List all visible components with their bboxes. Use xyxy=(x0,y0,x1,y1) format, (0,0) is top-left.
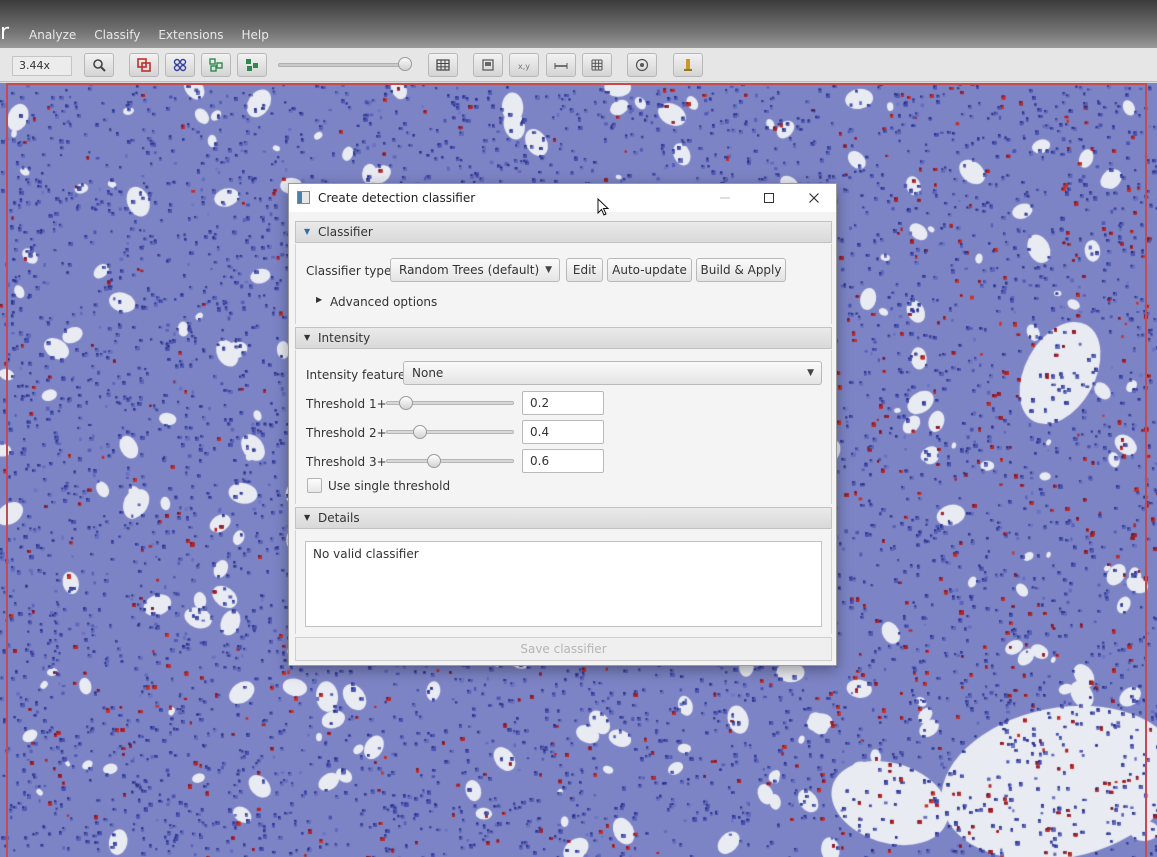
classifier-section-body: Classifier type: Random Trees (default) … xyxy=(295,244,832,324)
log-icon xyxy=(684,59,692,71)
opacity-slider-thumb[interactable] xyxy=(398,57,412,71)
dialog-title: Create detection classifier xyxy=(318,191,476,205)
maximize-icon xyxy=(764,193,774,203)
toolbar: 3.44x x,y xyxy=(0,48,1157,82)
xy-location-button[interactable]: x,y xyxy=(509,53,539,77)
classifier-type-label: Classifier type: xyxy=(306,264,396,278)
menu-extensions[interactable]: Extensions xyxy=(149,28,232,42)
menu-analyze[interactable]: Analyze xyxy=(20,28,85,42)
classifier-section-header[interactable]: ▼ Classifier xyxy=(295,221,832,243)
threshold-1-label: Threshold 1+ xyxy=(306,397,387,411)
threshold-1-field[interactable]: 0.2 xyxy=(522,391,604,415)
threshold-3-field[interactable]: 0.6 xyxy=(522,449,604,473)
create-detection-classifier-dialog: Create detection classifier ▼ Classifier… xyxy=(288,183,837,666)
build-apply-button[interactable]: Build & Apply xyxy=(696,258,786,282)
overview-icon xyxy=(482,59,494,71)
chevron-down-icon: ▼ xyxy=(545,265,552,275)
edit-button[interactable]: Edit xyxy=(566,258,603,282)
expanded-arrow-icon: ▼ xyxy=(304,513,311,522)
zoom-fit-button[interactable] xyxy=(84,53,114,77)
classifier-type-dropdown[interactable]: Random Trees (default) ▼ xyxy=(390,258,560,282)
single-threshold-checkbox[interactable] xyxy=(307,478,322,493)
threshold-3-slider-track[interactable] xyxy=(386,459,514,463)
collapsed-arrow-icon: ▶ xyxy=(316,295,323,304)
minimize-button[interactable] xyxy=(712,188,738,208)
grid-icon xyxy=(591,59,603,71)
table-icon xyxy=(436,59,450,71)
expanded-arrow-icon: ▼ xyxy=(304,333,311,342)
pixel-classification-button[interactable] xyxy=(627,53,657,77)
details-section-header[interactable]: ▼ Details xyxy=(295,507,832,529)
fill-detections-button[interactable] xyxy=(237,53,267,77)
save-classifier-button[interactable]: Save classifier xyxy=(295,637,832,661)
fill-detections-icon xyxy=(246,59,258,71)
menu-help[interactable]: Help xyxy=(233,28,278,42)
show-annotations-icon xyxy=(137,58,151,72)
close-button[interactable] xyxy=(801,188,827,208)
intensity-section-title: Intensity xyxy=(318,331,371,345)
intensity-feature-dropdown[interactable]: None ▼ xyxy=(403,361,822,385)
single-threshold-label: Use single threshold xyxy=(328,479,451,493)
app-menu-bar-area: r Analyze Classify Extensions Help xyxy=(0,0,1157,48)
expanded-arrow-icon: ▼ xyxy=(304,227,311,236)
app-window-icon xyxy=(297,191,310,204)
xy-location-icon: x,y xyxy=(518,62,530,71)
menu-bar: Analyze Classify Extensions Help xyxy=(20,28,278,42)
show-tma-grid-button[interactable] xyxy=(165,53,195,77)
threshold-2-label: Threshold 2+ xyxy=(306,426,387,440)
threshold-2-slider-thumb[interactable] xyxy=(413,425,428,439)
intensity-section-header[interactable]: ▼ Intensity xyxy=(295,327,832,349)
classifier-type-value: Random Trees (default) xyxy=(399,263,540,277)
threshold-1-slider-thumb[interactable] xyxy=(399,396,414,410)
threshold-3-slider-thumb[interactable] xyxy=(427,454,442,468)
grid-button[interactable] xyxy=(582,53,612,77)
pixel-classification-icon xyxy=(635,58,649,72)
intensity-feature-value: None xyxy=(412,366,444,380)
intensity-feature-label: Intensity feature: xyxy=(306,368,410,382)
auto-update-button[interactable]: Auto-update xyxy=(607,258,692,282)
measurement-table-button[interactable] xyxy=(428,53,458,77)
scalebar-icon xyxy=(554,63,568,69)
maximize-button[interactable] xyxy=(756,188,782,208)
threshold-3-label: Threshold 3+ xyxy=(306,455,387,469)
classifier-section-title: Classifier xyxy=(318,225,373,239)
opacity-slider-track[interactable] xyxy=(278,63,410,67)
close-icon xyxy=(809,193,819,203)
show-tma-grid-icon xyxy=(173,58,187,72)
app-title: r xyxy=(0,20,10,45)
svg-text:x,y: x,y xyxy=(518,62,530,71)
log-button[interactable] xyxy=(673,53,703,77)
threshold-2-slider-track[interactable] xyxy=(386,430,514,434)
dialog-titlebar[interactable]: Create detection classifier xyxy=(289,184,836,212)
show-annotations-button[interactable] xyxy=(129,53,159,77)
details-section-title: Details xyxy=(318,511,360,525)
minimize-icon xyxy=(720,197,730,199)
mouse-cursor-icon xyxy=(597,198,610,216)
zoom-fit-icon xyxy=(93,59,106,72)
details-text-area[interactable]: No valid classifier xyxy=(305,541,822,627)
show-detections-icon xyxy=(209,58,223,72)
chevron-down-icon: ▼ xyxy=(807,368,814,378)
zoom-level-field[interactable]: 3.44x xyxy=(12,56,72,76)
intensity-section-body: Intensity feature: None ▼ Threshold 1+ 0… xyxy=(295,350,832,504)
overview-button[interactable] xyxy=(473,53,503,77)
scalebar-button[interactable] xyxy=(546,53,576,77)
threshold-2-field[interactable]: 0.4 xyxy=(522,420,604,444)
show-detections-button[interactable] xyxy=(201,53,231,77)
advanced-options-toggle[interactable]: Advanced options xyxy=(330,295,437,309)
menu-classify[interactable]: Classify xyxy=(85,28,149,42)
